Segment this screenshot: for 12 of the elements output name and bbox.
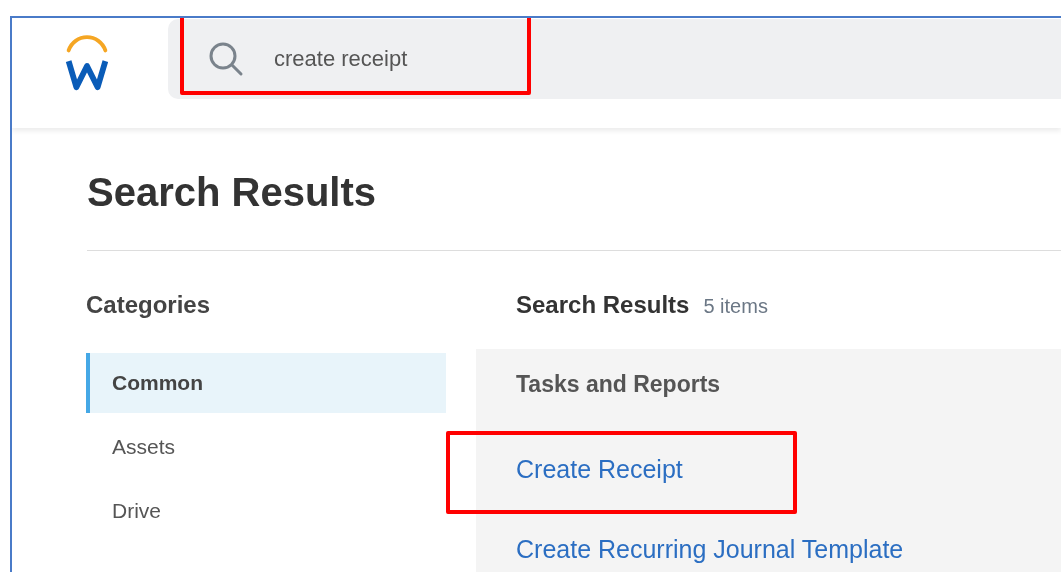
result-link[interactable]: Create Receipt [516,454,683,484]
category-item[interactable]: Common [86,353,446,413]
page-title: Search Results [87,170,1061,251]
result-link[interactable]: Create Recurring Journal Template [516,534,904,564]
group-heading: Tasks and Reports [516,371,722,399]
search-field[interactable]: create receipt [168,19,1061,99]
category-item[interactable]: Assets [86,417,446,477]
category-item[interactable]: Drive [86,481,446,541]
results-heading: Search Results [516,291,690,319]
categories-heading: Categories [86,291,212,320]
results-count: 5 items [703,295,768,318]
search-icon [208,41,244,77]
